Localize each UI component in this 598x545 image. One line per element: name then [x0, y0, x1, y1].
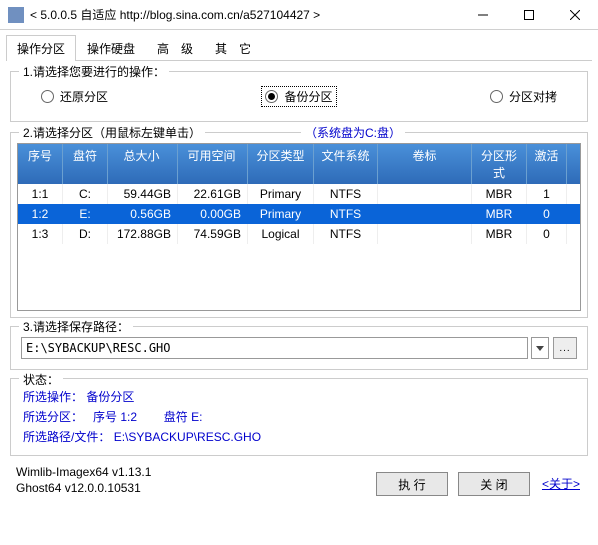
table-row[interactable]: 1:2E:0.56GB0.00GBPrimaryNTFS MBR0 — [18, 204, 580, 224]
system-drive-hint: （系统盘为C:盘） — [301, 124, 405, 141]
column-header[interactable]: 总大小 — [108, 144, 178, 184]
cell-seq: 1:3 — [18, 224, 63, 244]
cell-fs: NTFS — [314, 204, 378, 224]
cell-fs: NTFS — [314, 224, 378, 244]
status-group: 状态： 所选操作： 备份分区 所选分区： 序号 1:2 盘符 E: 所选路径/文… — [10, 378, 588, 456]
cell-ptype: Primary — [248, 204, 314, 224]
cell-drive: C: — [63, 184, 108, 204]
cell-fs: NTFS — [314, 184, 378, 204]
column-header[interactable]: 激活 — [527, 144, 567, 184]
status-operation: 所选操作： 备份分区 — [23, 387, 575, 407]
column-header[interactable]: 文件系统 — [314, 144, 378, 184]
cell-seq: 1:2 — [18, 204, 63, 224]
step3-group: 3.请选择保存路径： ... — [10, 326, 588, 370]
save-path-input[interactable] — [21, 337, 528, 359]
column-header[interactable]: 盘符 — [63, 144, 108, 184]
step1-group: 1.请选择您要进行的操作： 还原分区备份分区分区对拷 — [10, 71, 588, 122]
step1-label: 1.请选择您要进行的操作： — [19, 63, 169, 80]
about-link[interactable]: <关于> — [540, 471, 582, 496]
cell-size: 0.56GB — [108, 204, 178, 224]
cell-pform: MBR — [472, 204, 527, 224]
radio-label: 还原分区 — [60, 88, 108, 105]
window-title: < 5.0.0.5 自适应 http://blog.sina.com.cn/a5… — [30, 6, 460, 23]
cell-active: 0 — [527, 224, 567, 244]
close-app-button[interactable]: 关 闭 — [458, 472, 530, 496]
tab-bar: 操作分区操作硬盘高 级其 它 — [6, 34, 592, 61]
browse-button[interactable]: ... — [553, 337, 577, 359]
cell-active: 1 — [527, 184, 567, 204]
radio-option-2[interactable]: 分区对拷 — [490, 88, 557, 105]
tab-3[interactable]: 其 它 — [204, 35, 262, 61]
cell-active: 0 — [527, 204, 567, 224]
path-dropdown-button[interactable] — [531, 337, 549, 359]
step2-label: 2.请选择分区（用鼠标左键单击） — [19, 124, 205, 141]
cell-size: 172.88GB — [108, 224, 178, 244]
table-row[interactable]: 1:3D:172.88GB74.59GBLogicalNTFS MBR0 — [18, 224, 580, 244]
titlebar: < 5.0.0.5 自适应 http://blog.sina.com.cn/a5… — [0, 0, 598, 30]
cell-free: 0.00GB — [178, 204, 248, 224]
status-label: 状态： — [19, 370, 63, 390]
tab-2[interactable]: 高 级 — [146, 35, 204, 61]
cell-size: 59.44GB — [108, 184, 178, 204]
column-header[interactable]: 分区形式 — [472, 144, 527, 184]
cell-drive: E: — [63, 204, 108, 224]
maximize-button[interactable] — [506, 0, 552, 30]
radio-icon — [265, 90, 278, 103]
column-header[interactable]: 卷标 — [378, 144, 472, 184]
cell-free: 22.61GB — [178, 184, 248, 204]
radio-label: 备份分区 — [284, 88, 332, 105]
version-info: Wimlib-Imagex64 v1.13.1 Ghost64 v12.0.0.… — [16, 464, 366, 496]
cell-drive: D: — [63, 224, 108, 244]
column-header[interactable]: 可用空间 — [178, 144, 248, 184]
status-path: 所选路径/文件： E:\SYBACKUP\RESC.GHO — [23, 427, 575, 447]
cell-ptype: Primary — [248, 184, 314, 204]
partition-table: 序号盘符总大小可用空间分区类型文件系统卷标分区形式激活 1:1C:59.44GB… — [17, 143, 581, 311]
cell-ptype: Logical — [248, 224, 314, 244]
cell-free: 74.59GB — [178, 224, 248, 244]
cell-label — [378, 184, 472, 204]
radio-option-0[interactable]: 还原分区 — [41, 88, 108, 105]
tab-1[interactable]: 操作硬盘 — [76, 35, 146, 61]
cell-pform: MBR — [472, 224, 527, 244]
execute-button[interactable]: 执 行 — [376, 472, 448, 496]
cell-pform: MBR — [472, 184, 527, 204]
minimize-button[interactable] — [460, 0, 506, 30]
column-header[interactable]: 分区类型 — [248, 144, 314, 184]
cell-label — [378, 224, 472, 244]
radio-icon — [41, 90, 54, 103]
step2-group: 2.请选择分区（用鼠标左键单击） （系统盘为C:盘） 序号盘符总大小可用空间分区… — [10, 132, 588, 318]
status-partition: 所选分区： 序号 1:2 盘符 E: — [23, 407, 575, 427]
cell-label — [378, 204, 472, 224]
radio-option-1[interactable]: 备份分区 — [261, 86, 336, 107]
cell-seq: 1:1 — [18, 184, 63, 204]
column-header[interactable]: 序号 — [18, 144, 63, 184]
tab-0[interactable]: 操作分区 — [6, 35, 76, 61]
radio-icon — [490, 90, 503, 103]
table-row[interactable]: 1:1C:59.44GB22.61GBPrimaryNTFS MBR1 — [18, 184, 580, 204]
radio-label: 分区对拷 — [509, 88, 557, 105]
step3-label: 3.请选择保存路径： — [19, 318, 133, 335]
close-button[interactable] — [552, 0, 598, 30]
app-icon — [8, 7, 24, 23]
